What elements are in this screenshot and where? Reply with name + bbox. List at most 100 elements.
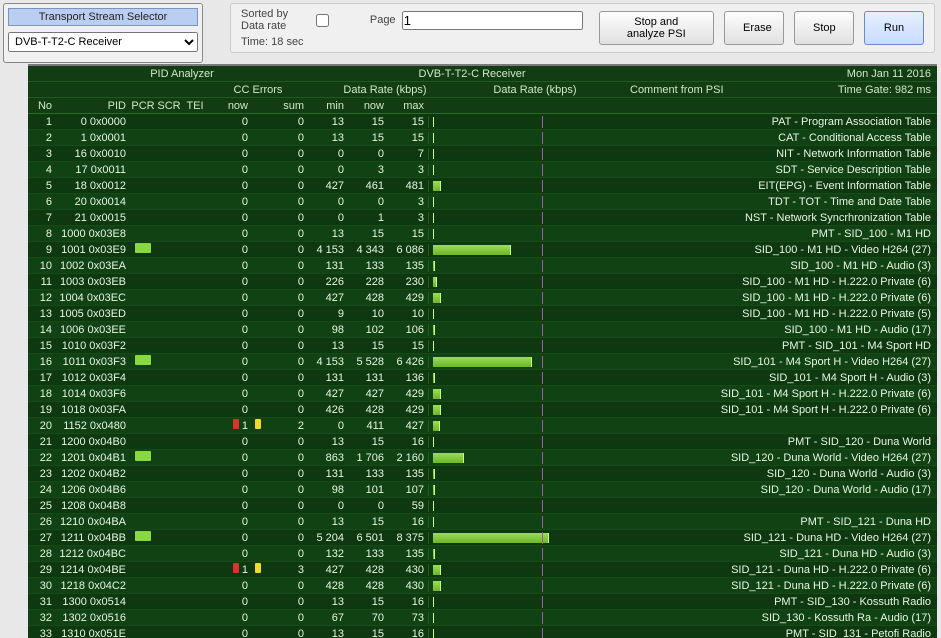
cell-bar [428, 452, 598, 464]
table-row[interactable]: 201152 0x0480 120411427 [28, 418, 937, 434]
ts-selector-dropdown[interactable]: DVB-T-T2-C Receiver [8, 32, 198, 52]
cell-dr-max: 3 [388, 212, 428, 224]
sort-checkbox[interactable] [316, 14, 329, 27]
erase-button[interactable]: Erase [724, 11, 784, 45]
cell-cc-sum: 0 [264, 628, 308, 638]
cell-no: 32 [28, 612, 56, 624]
header-title-right: Mon Jan 11 2016 [612, 68, 937, 80]
table-row[interactable]: 331310 0x051E 00131516PMT - SID_131 - Pe… [28, 626, 937, 638]
table-row[interactable]: 161011 0x03F3 004 1535 5286 426SID_101 -… [28, 354, 937, 370]
table-row[interactable]: 316 0x0010 00007NIT - Network Informatio… [28, 146, 937, 162]
cell-cc-sum: 0 [264, 388, 308, 400]
cell-cc-now: 0 [208, 628, 252, 638]
cell-dr-min: 9 [308, 308, 348, 320]
cell-bar [428, 116, 598, 128]
page-input[interactable] [402, 11, 583, 30]
cell-bar [428, 580, 598, 592]
cell-bar [428, 516, 598, 528]
cell-pid: 16 0x0010 [56, 148, 130, 160]
cell-dr-min: 13 [308, 596, 348, 608]
cell-dr-min: 13 [308, 436, 348, 448]
table-row[interactable]: 111003 0x03EB 00226228230SID_100 - M1 HD… [28, 274, 937, 290]
cell-cc-sum: 0 [264, 180, 308, 192]
table-row[interactable]: 321302 0x0516 00677073SID_130 - Kossuth … [28, 610, 937, 626]
table-row[interactable]: 181014 0x03F6 00427427429SID_101 - M4 Sp… [28, 386, 937, 402]
table-row[interactable]: 121004 0x03EC 00427428429SID_100 - M1 HD… [28, 290, 937, 306]
table-row[interactable]: 271211 0x04BB 005 2046 5018 375SID_121 -… [28, 530, 937, 546]
cell-dr-max: 430 [388, 580, 428, 592]
stop-button[interactable]: Stop [794, 11, 854, 45]
table-row[interactable]: 101002 0x03EA 00131133135SID_100 - M1 HD… [28, 258, 937, 274]
cell-bar [428, 388, 598, 400]
cell-comment: SID_100 - M1 HD - H.222.0 Private (5) [598, 308, 937, 320]
cell-no: 20 [28, 420, 56, 432]
table-row[interactable]: 291214 0x04BE 13427428430SID_121 - Duna … [28, 562, 937, 578]
table-row[interactable]: 311300 0x0514 00131516PMT - SID_130 - Ko… [28, 594, 937, 610]
cell-cc-sum: 0 [264, 468, 308, 480]
cell-no: 9 [28, 244, 56, 256]
table-row[interactable]: 301218 0x04C2 00428428430SID_121 - Duna … [28, 578, 937, 594]
cell-pid: 1003 0x03EB [56, 276, 130, 288]
table-row[interactable]: 620 0x0014 00003TDT - TOT - Time and Dat… [28, 194, 937, 210]
run-button[interactable]: Run [864, 11, 924, 45]
cell-cc-now: 0 [208, 484, 252, 496]
cell-dr-max: 429 [388, 292, 428, 304]
table-row[interactable]: 518 0x0012 00427461481EIT(EPG) - Event I… [28, 178, 937, 194]
cell-comment: SID_100 - M1 HD - H.222.0 Private (6) [598, 276, 937, 288]
cell-comment: PMT - SID_120 - Duna World [598, 436, 937, 448]
table-row[interactable]: 221201 0x04B1 008631 7062 160SID_120 - D… [28, 450, 937, 466]
cell-cc-now: 0 [208, 260, 252, 272]
cell-no: 10 [28, 260, 56, 272]
table-row[interactable]: 721 0x0015 00013NST - Network Syncrhroni… [28, 210, 937, 226]
table-row[interactable]: 231202 0x04B2 00131133135SID_120 - Duna … [28, 466, 937, 482]
table-row[interactable]: 141006 0x03EE 0098102106SID_100 - M1 HD … [28, 322, 937, 338]
cell-cc-now: 0 [208, 148, 252, 160]
cell-no: 2 [28, 132, 56, 144]
table-row[interactable]: 81000 0x03E8 00131515PMT - SID_100 - M1 … [28, 226, 937, 242]
cell-dr-now: 3 [348, 164, 388, 176]
cell-cc-now: 0 [208, 324, 252, 336]
cell-dr-max: 6 086 [388, 244, 428, 256]
cell-dr-max: 15 [388, 132, 428, 144]
cell-dr-now: 0 [348, 148, 388, 160]
stop-analyze-psi-button[interactable]: Stop and analyze PSI [599, 11, 714, 45]
cell-dr-min: 98 [308, 324, 348, 336]
table-row[interactable]: 171012 0x03F4 00131131136SID_101 - M4 Sp… [28, 370, 937, 386]
table-row[interactable]: 281212 0x04BC 00132133135SID_121 - Duna … [28, 546, 937, 562]
cell-dr-min: 0 [308, 148, 348, 160]
cell-cc-now: 0 [208, 532, 252, 544]
cell-dr-max: 8 375 [388, 532, 428, 544]
cell-no: 26 [28, 516, 56, 528]
table-row[interactable]: 151010 0x03F2 00131515PMT - SID_101 - M4… [28, 338, 937, 354]
table-row[interactable]: 10 0x0000 00131515PAT - Program Associat… [28, 114, 937, 130]
cell-bar [428, 212, 598, 224]
table-row[interactable]: 21 0x0001 00131515CAT - Conditional Acce… [28, 130, 937, 146]
cell-no: 17 [28, 372, 56, 384]
cell-pcr [130, 531, 156, 544]
cell-dr-max: 427 [388, 420, 428, 432]
cell-dr-min: 428 [308, 580, 348, 592]
table-row[interactable]: 417 0x0011 00033SDT - Service Descriptio… [28, 162, 937, 178]
cell-pid: 1002 0x03EA [56, 260, 130, 272]
cell-dr-max: 107 [388, 484, 428, 496]
cell-cc-sum: 0 [264, 244, 308, 256]
table-row[interactable]: 131005 0x03ED 0091010SID_100 - M1 HD - H… [28, 306, 937, 322]
col-pcr: PCR [130, 100, 156, 112]
cell-dr-max: 10 [388, 308, 428, 320]
cell-dr-now: 101 [348, 484, 388, 496]
table-row[interactable]: 241206 0x04B6 0098101107SID_120 - Duna W… [28, 482, 937, 498]
cell-pid: 1000 0x03E8 [56, 228, 130, 240]
table-row[interactable]: 251208 0x04B8 000059 [28, 498, 937, 514]
cell-dr-now: 428 [348, 404, 388, 416]
cell-dr-min: 13 [308, 228, 348, 240]
cell-cc-sum: 0 [264, 452, 308, 464]
cell-cc-now: 0 [208, 596, 252, 608]
table-row[interactable]: 91001 0x03E9 004 1534 3436 086SID_100 - … [28, 242, 937, 258]
table-row[interactable]: 191018 0x03FA 00426428429SID_101 - M4 Sp… [28, 402, 937, 418]
cell-dr-max: 135 [388, 260, 428, 272]
col-ccn: now [208, 100, 252, 112]
cell-dr-max: 3 [388, 164, 428, 176]
col-drmin: min [308, 100, 348, 112]
table-row[interactable]: 261210 0x04BA 00131516PMT - SID_121 - Du… [28, 514, 937, 530]
table-row[interactable]: 211200 0x04B0 00131516PMT - SID_120 - Du… [28, 434, 937, 450]
